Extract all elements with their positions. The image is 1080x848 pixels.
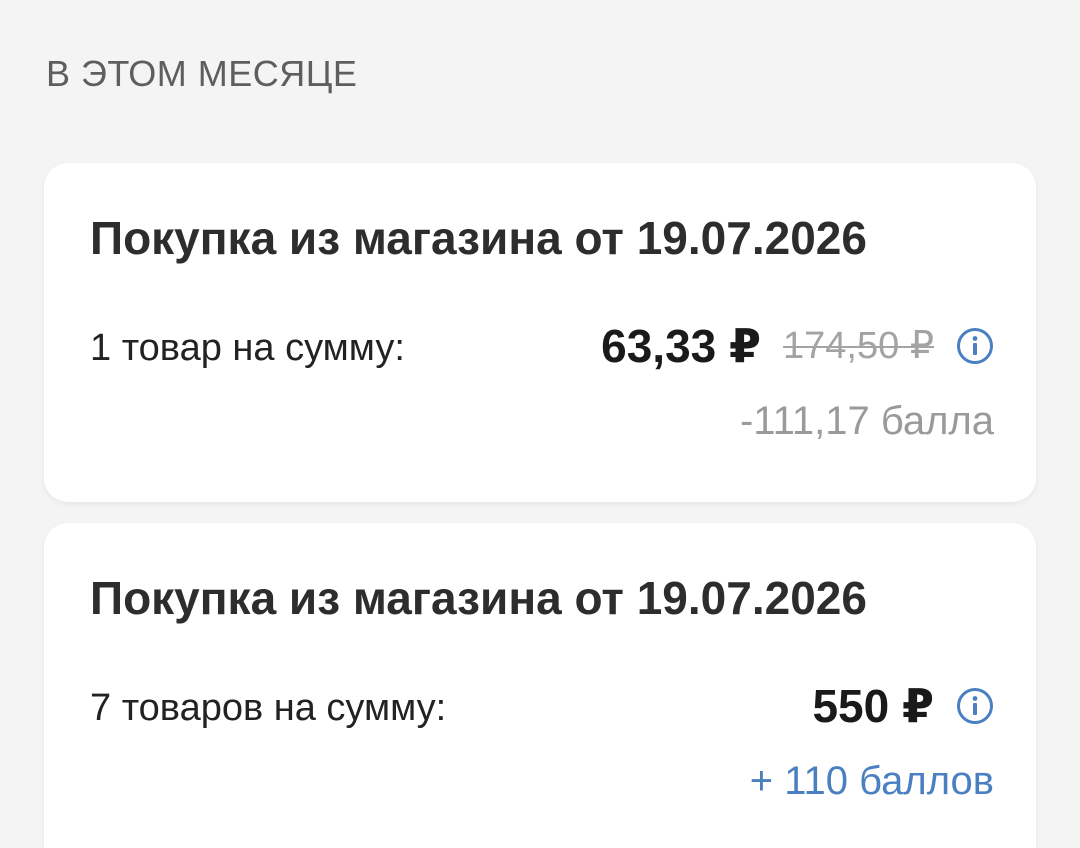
items-count-label: 7 товаров на сумму: [90, 687, 447, 729]
purchase-price: 63,33 ₽ [601, 320, 762, 372]
purchase-title: Покупка из магазина от 19.07.2026 [90, 572, 867, 624]
info-circle-icon[interactable] [956, 327, 994, 365]
purchase-card[interactable]: Покупка из магазина от 19.07.2026 1 това… [44, 163, 1036, 502]
info-circle-icon[interactable] [956, 687, 994, 725]
items-count-label: 1 товар на сумму: [90, 327, 405, 369]
section-title: В ЭТОМ МЕСЯЦЕ [46, 53, 358, 94]
bonus-points-earned: + 110 баллов [749, 759, 994, 803]
bonus-points-spent: -111,17 балла [739, 399, 994, 443]
purchase-title: Покупка из магазина от 19.07.2026 [90, 212, 867, 264]
price-row: 63,33 ₽ 174,50 ₽ [601, 321, 994, 371]
purchase-card[interactable]: Покупка из магазина от 19.07.2026 7 това… [44, 523, 1036, 848]
price-row: 550 ₽ [812, 681, 994, 731]
purchase-history-page: В ЭТОМ МЕСЯЦЕ Покупка из магазина от 19.… [0, 0, 1080, 848]
old-price: 174,50 ₽ [783, 325, 934, 367]
purchase-price: 550 ₽ [812, 680, 934, 732]
